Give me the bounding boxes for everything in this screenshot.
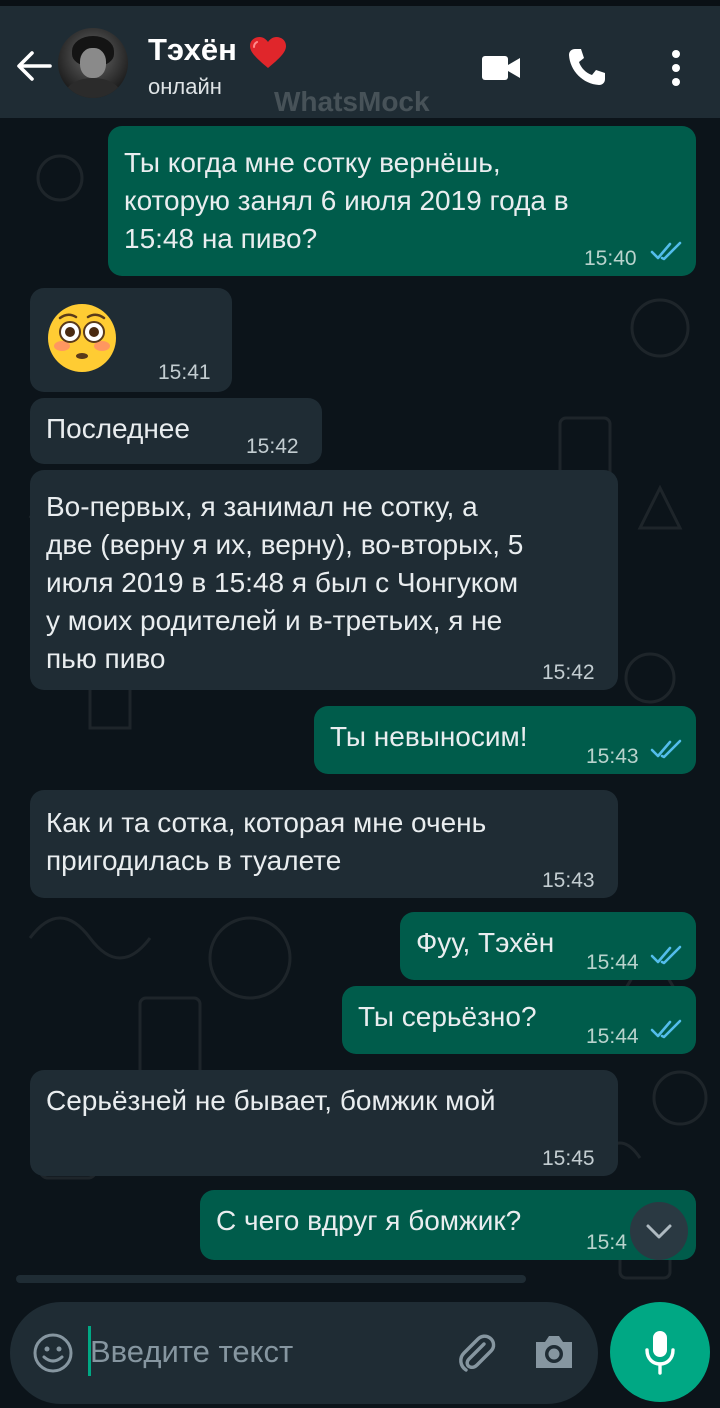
scroll-to-bottom-button[interactable] — [630, 1202, 688, 1260]
more-options-icon[interactable] — [664, 46, 688, 90]
video-call-icon[interactable] — [480, 50, 522, 86]
heart-icon — [250, 37, 286, 68]
message-text: Во-первых, я занимал не сотку, а две (ве… — [46, 491, 524, 674]
emoji-smile-icon[interactable] — [32, 1332, 74, 1374]
paperclip-icon[interactable] — [454, 1330, 500, 1376]
read-receipt-icon — [650, 1019, 682, 1039]
message-bubble-incoming[interactable]: Как и та сотка, которая мне очень пригод… — [30, 790, 618, 898]
message-time: 15:43 — [586, 745, 639, 768]
read-receipt-icon — [650, 739, 682, 759]
message-text: Последнее — [46, 413, 190, 444]
message-text: Ты невыносим! — [330, 721, 528, 752]
message-bubble-outgoing[interactable]: Ты серьёзно? 15:44 — [342, 986, 696, 1054]
contact-status: онлайн — [148, 74, 222, 99]
read-receipt-icon — [650, 241, 682, 261]
message-composer[interactable] — [10, 1302, 598, 1404]
voice-record-button[interactable] — [610, 1302, 710, 1402]
message-bubble-outgoing[interactable]: Фуу, Тэхён 15:44 — [400, 912, 696, 980]
contact-avatar[interactable] — [58, 28, 128, 98]
message-input[interactable] — [90, 1328, 440, 1376]
message-time: 15:45 — [542, 1147, 595, 1170]
message-text: Как и та сотка, которая мне очень пригод… — [46, 807, 487, 876]
message-bubble-incoming[interactable]: Во-первых, я занимал не сотку, а две (ве… — [30, 470, 618, 690]
message-bubble-incoming[interactable]: 15:41 — [30, 288, 232, 392]
message-text: Ты когда мне сотку вернёшь, которую заня… — [124, 147, 569, 254]
message-time: 15:42 — [542, 661, 595, 684]
message-bubble-outgoing[interactable]: С чего вдруг я бомжик? 15:4 — [200, 1190, 696, 1260]
message-time: 15:40 — [584, 247, 637, 270]
message-text: Серьёзней не бывает, бомжик мой — [46, 1085, 496, 1116]
message-time: 15:44 — [586, 951, 639, 974]
message-text: Ты серьёзно? — [358, 1001, 537, 1032]
next-message-peek — [16, 1275, 526, 1283]
message-bubble-outgoing[interactable]: Ты невыносим! 15:43 — [314, 706, 696, 774]
message-text: Фуу, Тэхён — [416, 927, 555, 958]
message-time: 15:42 — [246, 435, 299, 458]
message-bubble-outgoing[interactable]: Ты когда мне сотку вернёшь, которую заня… — [108, 126, 696, 276]
message-time: 15:4 — [586, 1231, 627, 1254]
chat-header: Тэхён онлайн WhatsMock — [0, 6, 720, 118]
message-time: 15:43 — [542, 869, 595, 892]
watermark: WhatsMock — [274, 86, 430, 117]
message-text: С чего вдруг я бомжик? — [216, 1205, 522, 1236]
microphone-icon — [645, 1331, 675, 1375]
message-time: 15:44 — [586, 1025, 639, 1048]
message-time: 15:41 — [158, 361, 211, 384]
chevron-down-icon — [646, 1224, 672, 1239]
flushed-face-emoji-icon — [48, 304, 116, 372]
message-bubble-incoming[interactable]: Серьёзней не бывает, бомжик мой 15:45 — [30, 1070, 618, 1176]
phone-icon[interactable] — [566, 46, 608, 88]
read-receipt-icon — [650, 945, 682, 965]
contact-name[interactable]: Тэхён — [148, 32, 237, 68]
message-bubble-incoming[interactable]: Последнее 15:42 — [30, 398, 322, 464]
chat-area[interactable]: Ты когда мне сотку вернёшь, которую заня… — [0, 118, 720, 1408]
camera-icon[interactable] — [532, 1332, 576, 1372]
back-arrow-icon[interactable] — [14, 46, 54, 86]
